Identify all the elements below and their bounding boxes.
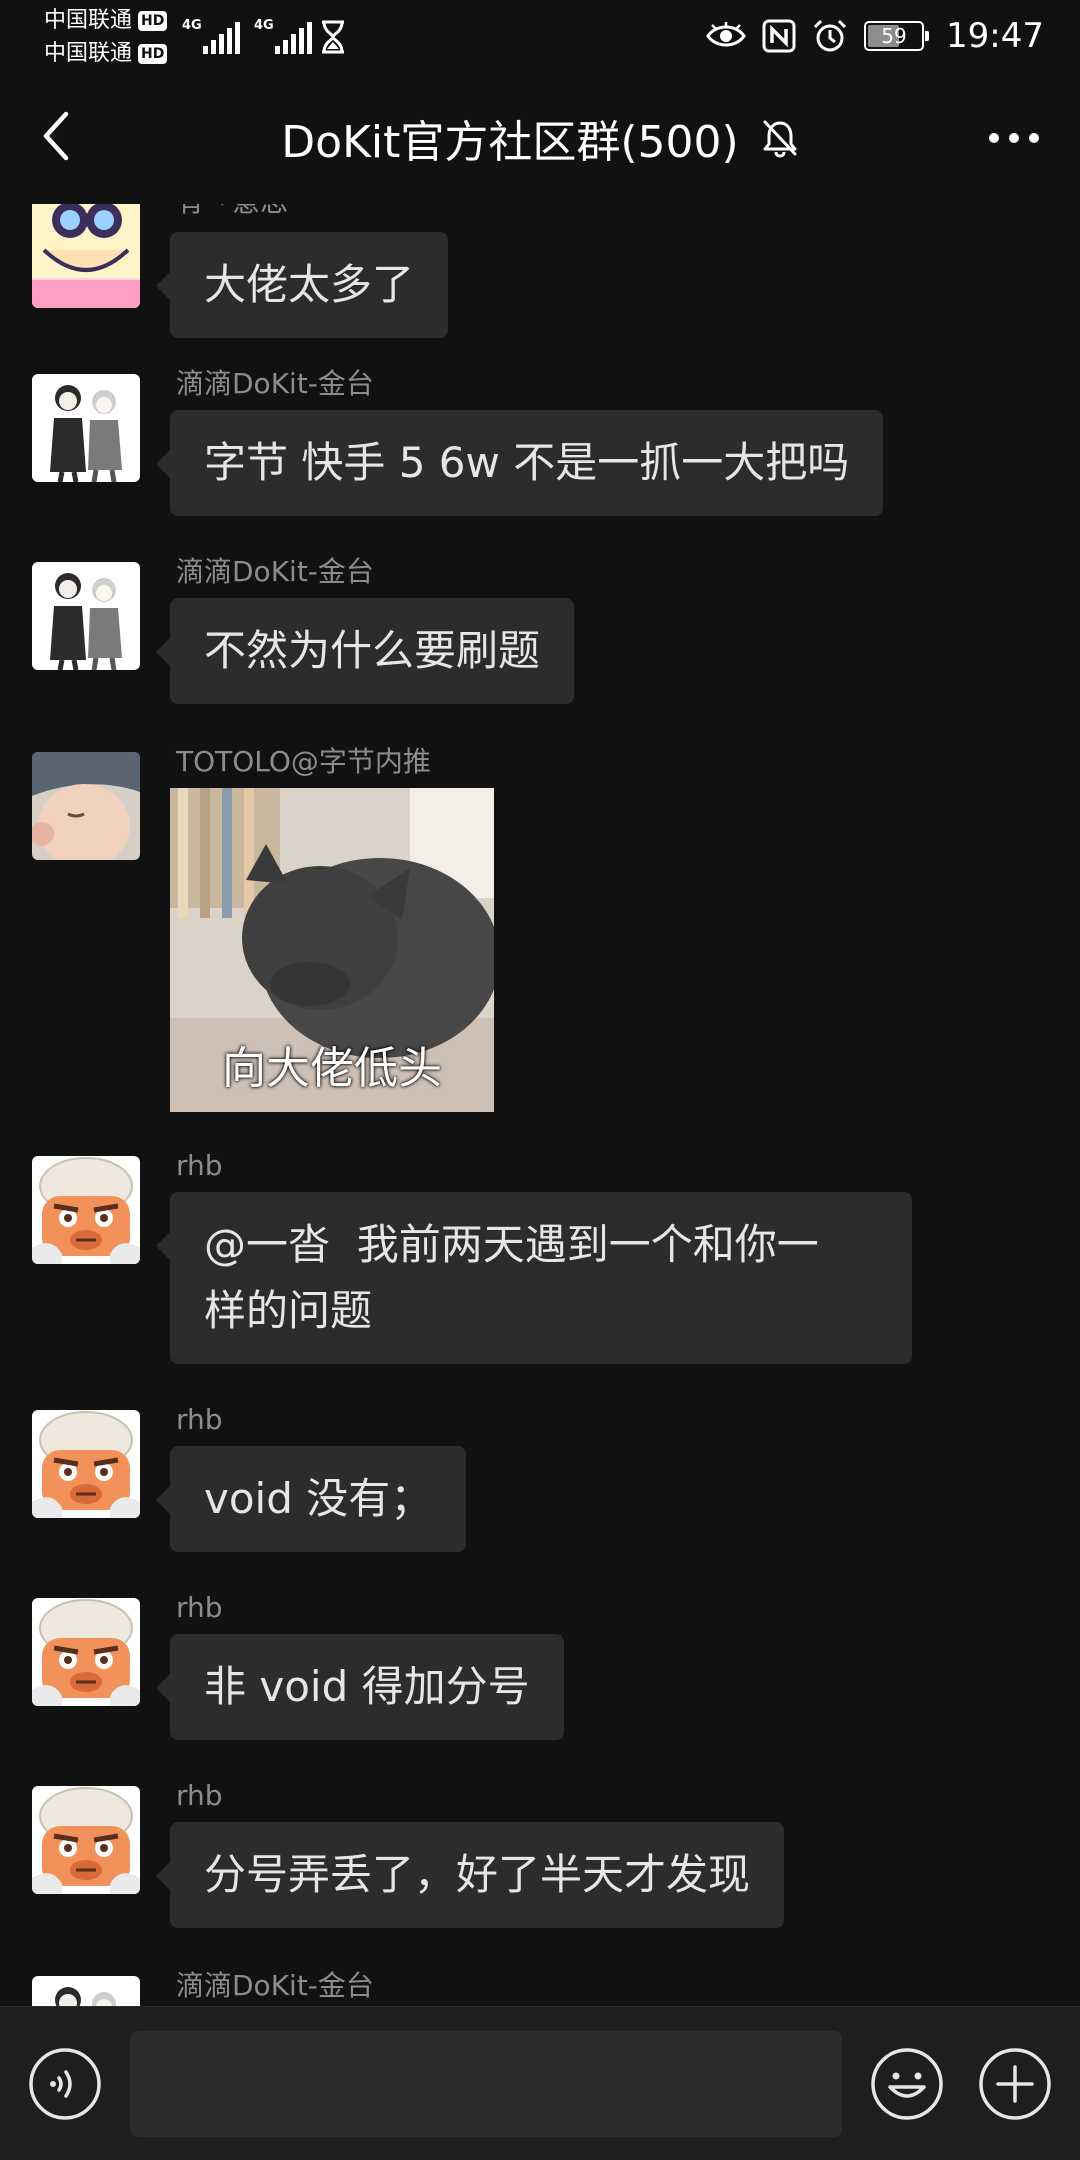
input-bar [0,2006,1080,2160]
hourglass-icon [322,20,344,54]
avatar-cartoon[interactable] [32,1156,140,1264]
avatar-sketch-duo[interactable] [32,562,140,670]
sender-name: 滴滴DoKit-金台 [176,555,374,588]
battery-level: 59 [881,24,907,48]
more-dots-icon [989,133,1039,143]
message-bubble[interactable]: 非 void 得加分号 [156,1634,564,1740]
hd-badge-2: HD [138,43,168,64]
sender-name: 滴滴DoKit-金台 [176,1969,374,2002]
nav-bar: DoKit官方社区群(500) [0,72,1080,204]
message-text-line-2: 样的问题 [204,1286,373,1335]
message-bubble[interactable]: 不然为什么要刷题 [155,598,575,704]
battery-indicator: 59 [864,21,930,51]
plus-button[interactable] [978,2047,1052,2121]
emoji-button[interactable] [870,2047,944,2121]
avatar-cartoon[interactable] [32,1598,140,1706]
alarm-icon [813,19,847,52]
voice-button[interactable] [28,2047,102,2121]
signal-icon-1: 4G [182,18,240,54]
message-text-line-1: @一沓 我前两天遇到一个和你一 [204,1220,819,1269]
sender-name: rhb [176,1149,223,1182]
message-bubble[interactable]: @一沓 我前两天遇到一个和你一 样的问题 [156,1192,912,1364]
sender-name: rhb [176,1779,223,1812]
avatar-cartoon[interactable] [32,1410,140,1518]
signal-icon-2: 4G [254,18,312,54]
image-message[interactable]: 向大佬低头 [170,788,494,1112]
message-bubble[interactable]: void 没有； [155,1446,467,1552]
carrier-name-1: 中国联通 [44,8,133,33]
sender-name: rhb [176,1591,223,1624]
chevron-left-icon [43,111,69,161]
avatar-binoculars[interactable] [32,204,140,308]
carrier-name-2: 中国联通 [44,41,133,66]
avatar-sketch-duo[interactable] [32,1976,140,2006]
chat-message-list[interactable]: 有丶意思 大佬太多了 滴滴DoKit-金台 字节 快手 5 6w 不是 [0,204,1080,2006]
avatar-baby[interactable] [32,752,140,860]
message-bubble[interactable]: 分号弄丢了，好了半天才发现 [155,1822,785,1928]
message-input[interactable] [130,2031,842,2137]
sender-name: 有丶意思 [176,204,288,222]
emoji-icon [871,2048,943,2120]
avatar-cartoon[interactable] [32,1786,140,1894]
eye-icon [706,22,746,47]
voice-icon [29,2048,101,2120]
nav-title-group: DoKit官方社区群(500) [140,72,940,204]
plus-icon [979,2048,1051,2120]
back-button[interactable] [24,104,88,168]
hd-badge-1: HD [138,10,168,31]
sender-name: rhb [176,1403,223,1436]
message-bubble[interactable]: 字节 快手 5 6w 不是一抓一大把吗 [155,410,884,516]
status-time: 19:47 [946,16,1044,56]
message-bubble[interactable]: 大佬太多了 [155,232,449,338]
avatar-sketch-duo[interactable] [32,374,140,482]
signal-indicators: 4G 4G [182,14,312,54]
chat-screen: 中国联通 HD 中国联通 HD 4G 4G 59 19:47 DoKit官方社区… [0,0,1080,2160]
bell-off-icon [763,120,797,158]
status-bar: 中国联通 HD 中国联通 HD 4G 4G 59 19:47 [0,0,1080,72]
sender-name: TOTOLO@字节内推 [176,745,431,778]
sender-name: 滴滴DoKit-金台 [176,367,374,400]
image-caption: 向大佬低头 [222,1043,442,1094]
nfc-icon [762,19,796,53]
status-right-group: 59 19:47 [706,0,1044,72]
page-title: DoKit官方社区群(500) [281,117,739,168]
more-button[interactable] [982,110,1046,166]
